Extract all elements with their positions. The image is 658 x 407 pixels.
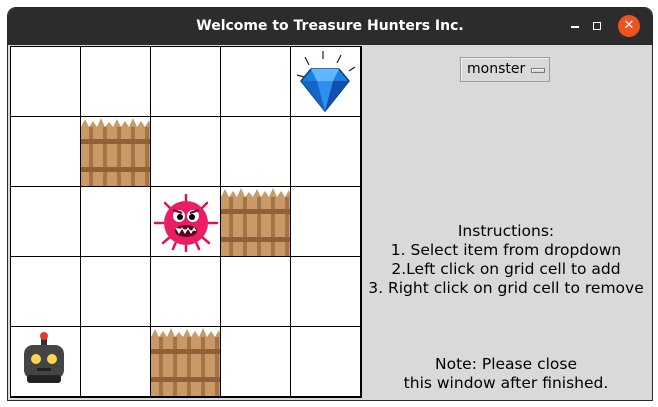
app-window: Welcome to Treasure Hunters Inc. ✕ monst… — [8, 8, 652, 400]
grid-cell[interactable] — [221, 187, 291, 257]
grid-cell[interactable] — [81, 117, 151, 187]
monster-icon — [151, 187, 220, 256]
minimize-icon — [571, 26, 579, 28]
dropdown-selected-value: monster — [467, 61, 526, 77]
close-icon: ✕ — [623, 18, 635, 33]
grid-cell[interactable] — [11, 117, 81, 187]
grid-cell[interactable] — [11, 327, 81, 397]
close-button[interactable]: ✕ — [618, 15, 640, 37]
grid-cell[interactable] — [151, 47, 221, 117]
grid-cell[interactable] — [151, 327, 221, 397]
grid-cell[interactable] — [11, 257, 81, 327]
maximize-icon — [593, 22, 601, 30]
grid-cell[interactable] — [291, 47, 361, 117]
grid-cell[interactable] — [291, 187, 361, 257]
robot-icon — [11, 327, 80, 396]
grid-cell[interactable] — [221, 327, 291, 397]
instruction-line: 1. Select item from dropdown — [390, 241, 622, 259]
title-bar[interactable]: Welcome to Treasure Hunters Inc. ✕ — [8, 8, 652, 45]
note: Note: Please close this window after fin… — [362, 355, 650, 393]
fence-icon — [81, 117, 150, 186]
grid-cell[interactable] — [81, 47, 151, 117]
grid-cell[interactable] — [81, 327, 151, 397]
grid-cell[interactable] — [81, 187, 151, 257]
game-grid — [10, 46, 362, 398]
grid-cell[interactable] — [291, 327, 361, 397]
grid-cell[interactable] — [291, 117, 361, 187]
maximize-button[interactable] — [586, 15, 608, 37]
control-panel: monster Instructions: 1. Select item fro… — [362, 46, 650, 400]
minimize-button[interactable] — [564, 15, 586, 37]
instruction-line: 2.Left click on grid cell to add — [391, 260, 621, 278]
item-type-dropdown[interactable]: monster — [460, 57, 550, 82]
grid-cell[interactable] — [221, 257, 291, 327]
grid-cell[interactable] — [151, 117, 221, 187]
grid-cell[interactable] — [11, 47, 81, 117]
grid-cell[interactable] — [291, 257, 361, 327]
grid-cell[interactable] — [81, 257, 151, 327]
dropdown-indicator-icon — [531, 68, 545, 73]
instructions: Instructions: 1. Select item from dropdo… — [362, 222, 650, 298]
grid-cell[interactable] — [151, 187, 221, 257]
note-line: Note: Please close — [435, 355, 577, 373]
grid-cell[interactable] — [221, 47, 291, 117]
grid-cell[interactable] — [151, 257, 221, 327]
window-title: Welcome to Treasure Hunters Inc. — [196, 18, 464, 34]
instructions-title: Instructions: — [457, 222, 555, 240]
diamond-icon — [291, 47, 360, 116]
fence-icon — [151, 327, 220, 396]
grid-cell[interactable] — [11, 187, 81, 257]
note-line: this window after finished. — [403, 374, 609, 392]
grid-cell[interactable] — [221, 117, 291, 187]
fence-icon — [221, 187, 290, 256]
instruction-line: 3. Right click on grid cell to remove — [368, 279, 644, 297]
